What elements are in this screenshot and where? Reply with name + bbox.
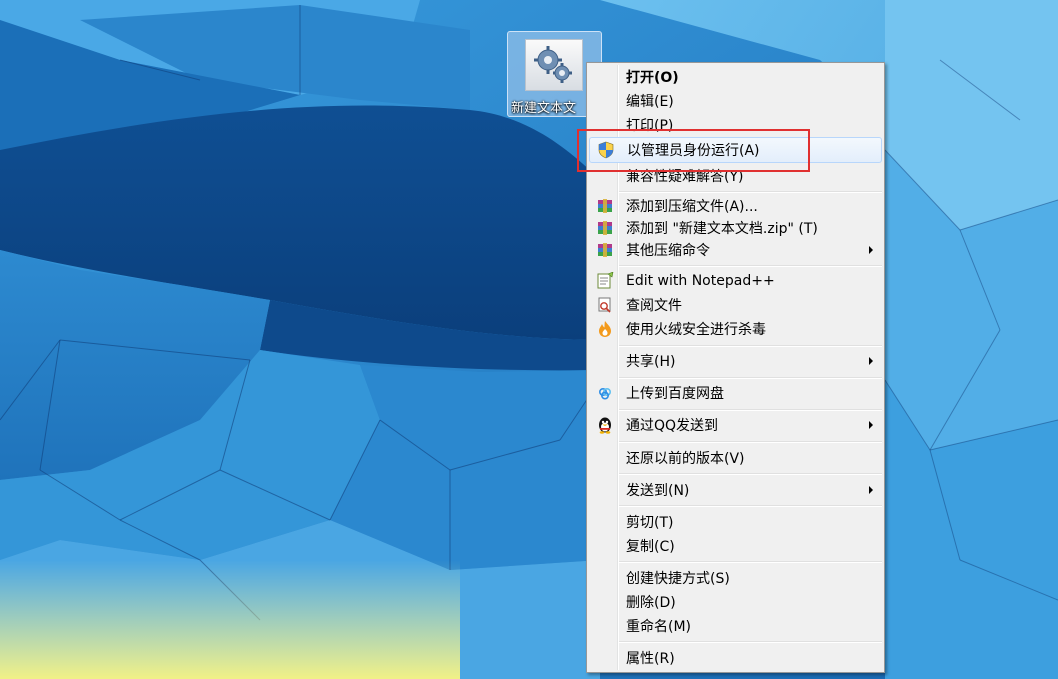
menu-item-label: 剪切(T) [626, 515, 674, 531]
menu-item-label: 发送到(N) [626, 483, 690, 499]
highlight-annotation-box [577, 129, 810, 172]
menu-item-upload-baidu-netdisk[interactable]: 上传到百度网盘 [589, 381, 882, 405]
submenu-arrow-icon [869, 246, 873, 254]
menu-item-view-file[interactable]: 查阅文件 [589, 293, 882, 317]
menu-item-copy[interactable]: 复制(C) [589, 534, 882, 558]
menu-item-label: 属性(R) [626, 651, 675, 667]
winrar-icon [596, 219, 614, 237]
menu-item-other-compress-commands[interactable]: 其他压缩命令 [589, 239, 882, 261]
menu-item-delete[interactable]: 删除(D) [589, 590, 882, 614]
baidu-netdisk-icon [596, 384, 614, 402]
notepad-plus-plus-icon [596, 271, 614, 290]
menu-separator [619, 409, 882, 411]
huorong-flame-icon [596, 320, 614, 338]
gear-document-icon [525, 39, 583, 91]
menu-item-share[interactable]: 共享(H) [589, 349, 882, 373]
qq-penguin-icon [596, 416, 614, 434]
menu-item-label: 复制(C) [626, 539, 675, 555]
menu-item-send-to[interactable]: 发送到(N) [589, 478, 882, 502]
menu-separator [619, 505, 882, 507]
menu-item-cut[interactable]: 剪切(T) [589, 510, 882, 534]
menu-separator [619, 641, 882, 643]
submenu-arrow-icon [869, 486, 873, 494]
menu-separator [619, 441, 882, 443]
menu-item-rename[interactable]: 重命名(M) [589, 614, 882, 638]
menu-item-label: Edit with Notepad++ [626, 273, 775, 289]
desktop[interactable]: 新建文本文 打开(O) 编辑(E) 打印(P) 以管理员身份运行(A) 兼容性疑… [0, 0, 1058, 679]
menu-item-edit-with-notepad-plus-plus[interactable]: Edit with Notepad++ [589, 269, 882, 293]
winrar-icon [596, 241, 614, 259]
menu-item-label: 共享(H) [626, 354, 676, 370]
menu-item-label: 打开(O) [626, 70, 679, 86]
menu-item-add-to-archive[interactable]: 添加到压缩文件(A)... [589, 195, 882, 217]
submenu-arrow-icon [869, 421, 873, 429]
menu-separator [619, 377, 882, 379]
menu-item-label: 重命名(M) [626, 619, 692, 635]
menu-item-huorong-scan[interactable]: 使用火绒安全进行杀毒 [589, 317, 882, 341]
menu-item-label: 还原以前的版本(V) [626, 451, 745, 467]
menu-item-properties[interactable]: 属性(R) [589, 646, 882, 670]
menu-item-label: 添加到压缩文件(A)... [626, 199, 758, 215]
menu-item-restore-previous-versions[interactable]: 还原以前的版本(V) [589, 446, 882, 470]
menu-separator [619, 345, 882, 347]
menu-item-label: 查阅文件 [626, 298, 682, 314]
menu-separator [619, 473, 882, 475]
menu-item-label: 编辑(E) [626, 94, 674, 110]
menu-item-label: 使用火绒安全进行杀毒 [626, 322, 766, 338]
menu-item-label: 通过QQ发送到 [626, 418, 719, 434]
menu-separator [619, 561, 882, 563]
menu-item-label: 上传到百度网盘 [626, 386, 724, 402]
view-file-icon [596, 296, 614, 314]
menu-item-send-via-qq[interactable]: 通过QQ发送到 [589, 413, 882, 437]
menu-separator [619, 191, 882, 193]
menu-item-label: 创建快捷方式(S) [626, 571, 730, 587]
menu-item-label: 删除(D) [626, 595, 676, 611]
menu-item-add-to-zip[interactable]: 添加到 "新建文本文档.zip" (T) [589, 217, 882, 239]
menu-item-open[interactable]: 打开(O) [589, 65, 882, 89]
menu-item-label: 其他压缩命令 [626, 243, 710, 259]
submenu-arrow-icon [869, 357, 873, 365]
winrar-icon [596, 197, 614, 215]
menu-item-label: 添加到 "新建文本文档.zip" (T) [626, 221, 818, 237]
menu-separator [619, 265, 882, 267]
menu-item-edit[interactable]: 编辑(E) [589, 89, 882, 113]
menu-item-create-shortcut[interactable]: 创建快捷方式(S) [589, 566, 882, 590]
